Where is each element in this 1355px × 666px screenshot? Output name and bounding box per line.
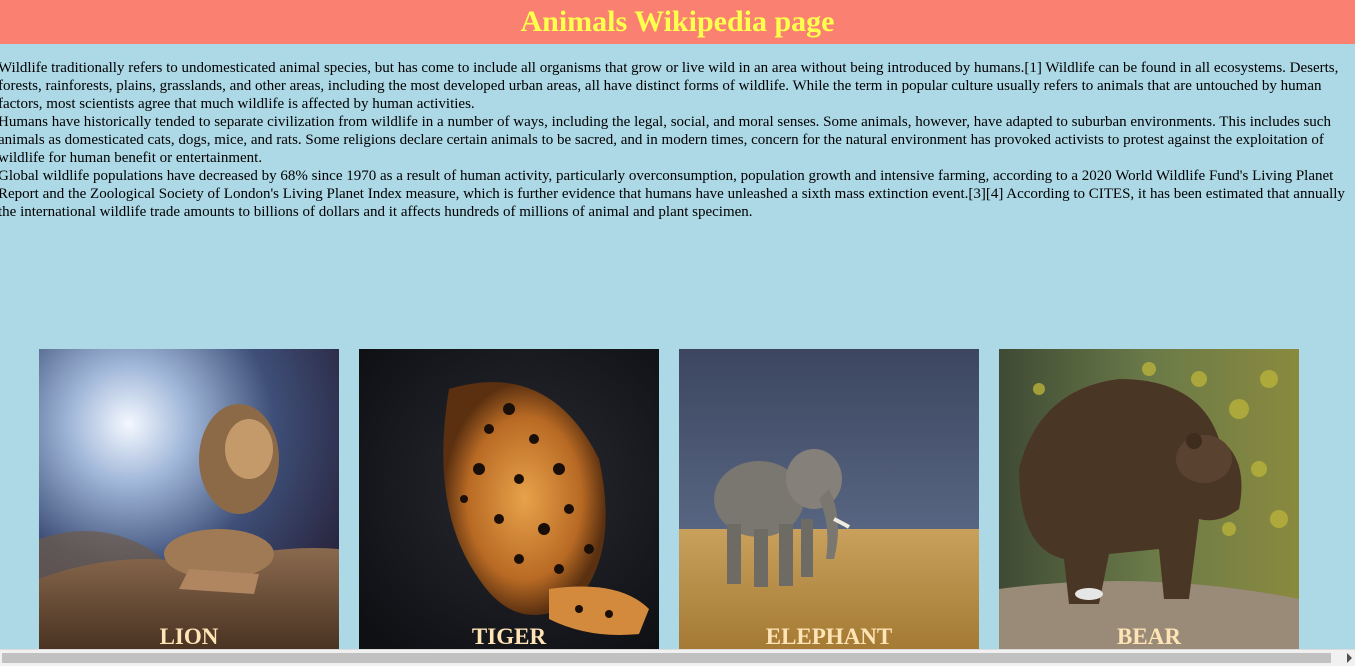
- bear-image: [999, 349, 1299, 649]
- lion-image: [39, 349, 339, 649]
- tiger-image: [359, 349, 659, 649]
- animal-card-elephant[interactable]: ELEPHANT: [679, 349, 979, 649]
- card-caption: BEAR: [1117, 624, 1181, 649]
- scrollbar-thumb[interactable]: [2, 653, 1331, 663]
- horizontal-scrollbar[interactable]: [0, 649, 1355, 666]
- article-body: Wildlife traditionally refers to undomes…: [0, 59, 1355, 221]
- article-paragraph: Wildlife traditionally refers to undomes…: [0, 60, 1339, 112]
- elephant-image: [679, 349, 979, 649]
- animal-card-lion[interactable]: LION: [39, 349, 339, 649]
- card-caption: ELEPHANT: [765, 624, 893, 649]
- scroll-right-arrow-icon[interactable]: [1347, 653, 1352, 663]
- page-header: Animals Wikipedia page: [0, 0, 1355, 44]
- article-paragraph: Humans have historically tended to separ…: [0, 114, 1331, 166]
- animal-card-bear[interactable]: BEAR: [999, 349, 1299, 649]
- card-caption: TIGER: [471, 624, 547, 649]
- article-paragraph: Global wildlife populations have decreas…: [0, 168, 1345, 220]
- card-caption: LION: [159, 624, 219, 649]
- page-title: Animals Wikipedia page: [520, 5, 835, 38]
- animal-card-tiger[interactable]: TIGER: [359, 349, 659, 649]
